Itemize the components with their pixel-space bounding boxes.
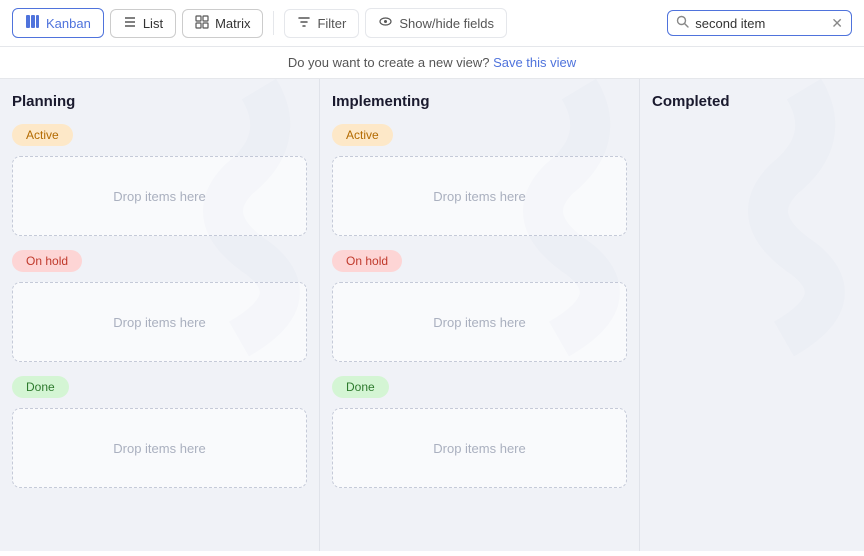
kanban-icon xyxy=(25,14,40,32)
list-view-button[interactable]: List xyxy=(110,9,176,38)
planning-onhold-dropzone[interactable]: Drop items here xyxy=(12,282,307,362)
kanban-label: Kanban xyxy=(46,16,91,31)
show-hide-label: Show/hide fields xyxy=(399,16,494,31)
implementing-active-dropzone[interactable]: Drop items here xyxy=(332,156,627,236)
planning-active-drop-text: Drop items here xyxy=(113,189,205,204)
implementing-active-badge: Active xyxy=(332,124,393,146)
kanban-board: Planning Active Drop items here On hold … xyxy=(0,79,864,551)
list-icon xyxy=(123,15,137,32)
implementing-done-badge: Done xyxy=(332,376,389,398)
list-label: List xyxy=(143,16,163,31)
filter-button[interactable]: Filter xyxy=(284,9,359,38)
kanban-view-button[interactable]: Kanban xyxy=(12,8,104,38)
planning-done-badge: Done xyxy=(12,376,69,398)
implementing-done-dropzone[interactable]: Drop items here xyxy=(332,408,627,488)
implementing-onhold-badge: On hold xyxy=(332,250,402,272)
implementing-column-title: Implementing xyxy=(332,93,627,110)
planning-done-dropzone[interactable]: Drop items here xyxy=(12,408,307,488)
matrix-view-button[interactable]: Matrix xyxy=(182,9,263,38)
implementing-onhold-drop-text: Drop items here xyxy=(433,315,525,330)
planning-active-dropzone[interactable]: Drop items here xyxy=(12,156,307,236)
search-icon xyxy=(676,15,689,31)
planning-onhold-drop-text: Drop items here xyxy=(113,315,205,330)
planning-active-badge: Active xyxy=(12,124,73,146)
implementing-active-drop-text: Drop items here xyxy=(433,189,525,204)
planning-onhold-badge: On hold xyxy=(12,250,82,272)
save-view-banner: Do you want to create a new view? Save t… xyxy=(0,47,864,79)
planning-done-drop-text: Drop items here xyxy=(113,441,205,456)
implementing-done-drop-text: Drop items here xyxy=(433,441,525,456)
clear-search-icon[interactable]: ✕ xyxy=(831,16,843,30)
toolbar-separator xyxy=(273,11,274,35)
show-hide-button[interactable]: Show/hide fields xyxy=(365,8,507,38)
matrix-icon xyxy=(195,15,209,32)
column-completed: Completed xyxy=(640,79,864,551)
column-planning: Planning Active Drop items here On hold … xyxy=(0,79,320,551)
banner-text: Do you want to create a new view? xyxy=(288,55,490,70)
implementing-onhold-dropzone[interactable]: Drop items here xyxy=(332,282,627,362)
filter-icon xyxy=(297,15,311,32)
search-input[interactable] xyxy=(695,16,825,31)
planning-column-title: Planning xyxy=(12,93,307,110)
column-implementing: Implementing Active Drop items here On h… xyxy=(320,79,640,551)
completed-column-title: Completed xyxy=(652,93,852,110)
search-box: ✕ xyxy=(667,10,852,36)
save-view-link[interactable]: Save this view xyxy=(493,55,576,70)
filter-label: Filter xyxy=(317,16,346,31)
eye-icon xyxy=(378,14,393,32)
toolbar: Kanban List Matrix xyxy=(0,0,864,47)
matrix-label: Matrix xyxy=(215,16,250,31)
